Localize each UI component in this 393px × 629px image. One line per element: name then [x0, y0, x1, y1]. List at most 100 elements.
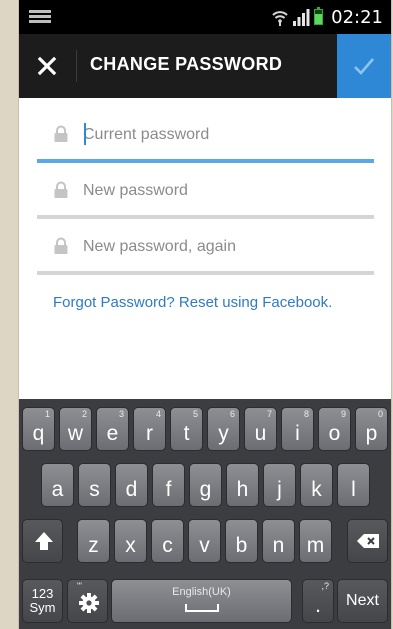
key-label: n: [272, 534, 285, 557]
key-s[interactable]: s: [78, 463, 111, 507]
key-label: v: [199, 534, 210, 557]
key-c[interactable]: c: [151, 519, 184, 563]
key-l[interactable]: l: [337, 463, 370, 507]
status-bar: 02:21: [19, 0, 391, 34]
status-icons: 02:21: [272, 6, 383, 28]
key-label: z: [88, 534, 99, 557]
key-j[interactable]: j: [263, 463, 296, 507]
key-label: y: [218, 422, 229, 445]
new-password-field: [37, 163, 374, 219]
key-p[interactable]: 0p: [355, 407, 388, 451]
key-g[interactable]: g: [189, 463, 222, 507]
close-icon[interactable]: [33, 52, 61, 80]
key-label: e: [106, 422, 119, 445]
backspace-icon: [357, 534, 379, 548]
current-password-input[interactable]: [83, 120, 363, 150]
key-label: f: [165, 478, 172, 501]
page-title: CHANGE PASSWORD: [90, 54, 283, 74]
key-label: l: [351, 478, 356, 501]
key-number-hint: 8: [303, 409, 309, 419]
key-number-hint: 0: [377, 409, 383, 419]
key-label: b: [235, 534, 248, 557]
shift-icon: [35, 532, 53, 550]
key-label: q: [32, 422, 45, 445]
key-label: x: [125, 534, 136, 557]
key-label: k: [311, 478, 322, 501]
period-key-sub: ,?: [321, 581, 329, 591]
space-bar-icon: [184, 604, 219, 612]
gear-icon: [79, 593, 99, 613]
key-k[interactable]: k: [300, 463, 333, 507]
frame-right-edge: [391, 0, 392, 629]
key-label: d: [125, 478, 138, 501]
key-e[interactable]: 3e: [96, 407, 129, 451]
period-key-label: .: [315, 594, 321, 617]
key-label: m: [306, 534, 325, 557]
action-bar: CHANGE PASSWORD: [19, 34, 391, 98]
key-number-hint: 4: [155, 409, 161, 419]
key-label: i: [295, 422, 300, 445]
signal-icon: [293, 9, 310, 26]
settings-key[interactable]: "': [67, 579, 108, 623]
key-f[interactable]: f: [152, 463, 185, 507]
key-w[interactable]: 2w: [59, 407, 92, 451]
key-label: j: [277, 478, 282, 501]
key-i[interactable]: 8i: [281, 407, 314, 451]
symbols-key-line1: 123: [31, 586, 54, 601]
key-q[interactable]: 1q: [22, 407, 55, 451]
next-key-label: Next: [346, 592, 379, 609]
key-number-hint: 5: [192, 409, 198, 419]
symbols-key[interactable]: 123 Sym: [22, 579, 63, 623]
key-n[interactable]: n: [262, 519, 295, 563]
action-bar-divider: [76, 50, 77, 82]
key-y[interactable]: 6y: [207, 407, 240, 451]
space-key[interactable]: English(UK): [111, 579, 292, 623]
key-r[interactable]: 4r: [133, 407, 166, 451]
key-t[interactable]: 5t: [170, 407, 203, 451]
current-password-field: [37, 107, 374, 163]
key-o[interactable]: 9o: [318, 407, 351, 451]
status-time: 02:21: [331, 6, 383, 28]
key-label: h: [236, 478, 249, 501]
lock-icon: [54, 237, 68, 254]
key-b[interactable]: b: [225, 519, 258, 563]
key-label: p: [365, 422, 378, 445]
settings-key-sub: "': [77, 581, 82, 591]
new-password-input[interactable]: [83, 176, 363, 206]
new-password-again-input[interactable]: [83, 232, 363, 262]
backspace-key[interactable]: [347, 519, 388, 563]
period-key[interactable]: ,? .: [302, 579, 334, 623]
symbols-key-line2: Sym: [29, 600, 56, 615]
key-number-hint: 9: [340, 409, 346, 419]
key-z[interactable]: z: [77, 519, 110, 563]
key-label: r: [146, 422, 153, 445]
key-v[interactable]: v: [188, 519, 221, 563]
keyboard-notification-icon: [29, 10, 51, 23]
next-key[interactable]: Next: [337, 579, 388, 623]
lock-icon: [54, 181, 68, 198]
checkmark-icon: [354, 58, 374, 75]
text-cursor: [84, 123, 86, 145]
key-number-hint: 3: [118, 409, 124, 419]
key-label: o: [328, 422, 341, 445]
phone-screen: 02:21 CHANGE PASSWORD Forgot Password? R…: [19, 0, 391, 629]
key-h[interactable]: h: [226, 463, 259, 507]
key-label: s: [89, 478, 100, 501]
shift-key[interactable]: [22, 519, 63, 563]
space-key-language: English(UK): [172, 586, 231, 598]
key-m[interactable]: m: [299, 519, 332, 563]
key-label: a: [51, 478, 64, 501]
confirm-button[interactable]: [337, 34, 391, 98]
key-number-hint: 6: [229, 409, 235, 419]
key-number-hint: 2: [81, 409, 87, 419]
key-label: g: [199, 478, 212, 501]
key-x[interactable]: x: [114, 519, 147, 563]
new-password-again-field: [37, 219, 374, 275]
forgot-password-link[interactable]: Forgot Password? Reset using Facebook.: [53, 294, 332, 311]
key-d[interactable]: d: [115, 463, 148, 507]
key-a[interactable]: a: [41, 463, 74, 507]
key-label: t: [183, 422, 190, 445]
key-label: c: [162, 534, 173, 557]
key-number-hint: 1: [44, 409, 50, 419]
key-u[interactable]: 7u: [244, 407, 277, 451]
